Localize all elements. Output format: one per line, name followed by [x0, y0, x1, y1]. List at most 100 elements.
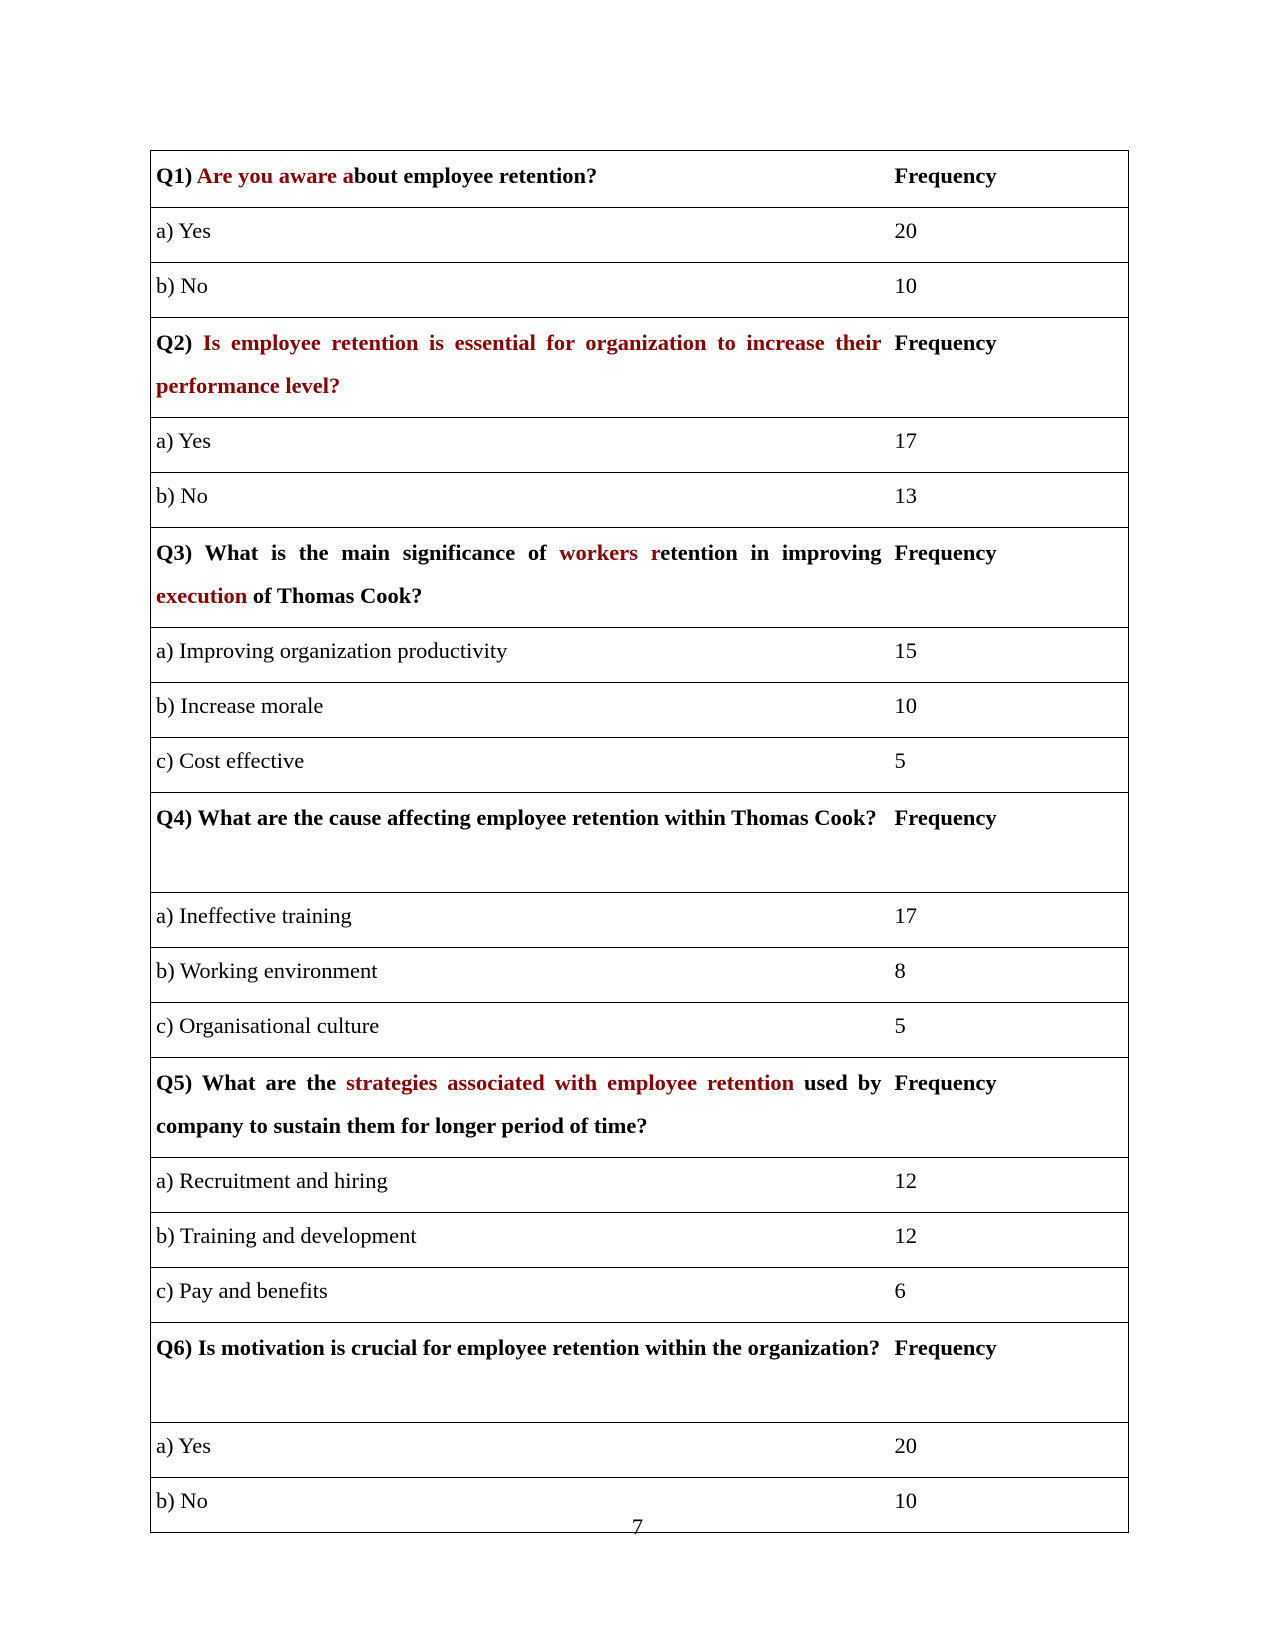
- survey-table-body: Q1) Are you aware about employee retenti…: [150, 150, 1129, 1533]
- answer-row: c) Pay and benefits 6: [150, 1267, 1129, 1323]
- question-text: Q1) Are you aware about employee retenti…: [150, 150, 890, 208]
- frequency-value: 8: [894, 958, 906, 983]
- frequency-value: 12: [894, 1223, 918, 1248]
- frequency-cell: 20: [889, 1422, 1129, 1478]
- frequency-value: 10: [894, 273, 918, 298]
- answer-cell: a) Improving organization productivity: [150, 627, 890, 683]
- question-text-segment: etention in improving: [660, 540, 882, 565]
- document-page: Q1) Are you aware about employee retenti…: [0, 0, 1275, 1651]
- frequency-cell: 17: [889, 892, 1129, 948]
- frequency-cell: 15: [889, 627, 1129, 683]
- question-text-highlight: Is employee retention is essential for o…: [156, 330, 882, 398]
- answer-row: a) Improving organization productivity 15: [150, 627, 1129, 683]
- question-text-highlight: Are you aware a: [196, 163, 354, 188]
- answer-row: b) No 10: [150, 262, 1129, 318]
- answer-cell: a) Yes: [150, 1422, 890, 1478]
- frequency-cell: 12: [889, 1157, 1129, 1213]
- frequency-header: Frequency: [889, 1057, 1129, 1158]
- question-text: Q5) What are the strategies associated w…: [150, 1057, 890, 1158]
- answer-label: a) Improving organization productivity: [156, 638, 508, 663]
- question-text-highlight: strategies associated with employee rete…: [346, 1070, 795, 1095]
- answer-cell: b) Increase morale: [150, 682, 890, 738]
- answer-label: b) Training and development: [156, 1223, 417, 1248]
- answer-cell: a) Recruitment and hiring: [150, 1157, 890, 1213]
- question-text-highlight: workers r: [559, 540, 661, 565]
- question-text: Q4) What are the cause affecting employe…: [150, 792, 890, 893]
- answer-cell: a) Yes: [150, 417, 890, 473]
- answer-label: a) Recruitment and hiring: [156, 1168, 388, 1193]
- survey-frequency-table: Q1) Are you aware about employee retenti…: [150, 150, 1129, 1533]
- question-text-segment: Q1): [156, 163, 197, 188]
- frequency-cell: 10: [889, 682, 1129, 738]
- frequency-header: Frequency: [889, 527, 1129, 628]
- answer-label: a) Yes: [156, 428, 212, 453]
- frequency-header: Frequency: [889, 1322, 1129, 1423]
- question-header-row: Q5) What are the strategies associated w…: [150, 1057, 1129, 1158]
- frequency-cell: 17: [889, 417, 1129, 473]
- frequency-header: Frequency: [889, 317, 1129, 418]
- frequency-value: 20: [894, 1433, 918, 1458]
- question-text-highlight: execution: [156, 583, 248, 608]
- frequency-header: Frequency: [889, 150, 1129, 208]
- answer-row: a) Yes 17: [150, 417, 1129, 473]
- question-text: Q3) What is the main significance of wor…: [150, 527, 890, 628]
- answer-row: b) Training and development 12: [150, 1212, 1129, 1268]
- answer-cell: b) No: [150, 472, 890, 528]
- question-text-segment: bout employee retention?: [353, 163, 598, 188]
- answer-label: c) Organisational culture: [156, 1013, 380, 1038]
- frequency-cell: 20: [889, 207, 1129, 263]
- frequency-value: 15: [894, 638, 918, 663]
- question-header-row: Q6) Is motivation is crucial for employe…: [150, 1322, 1129, 1423]
- answer-cell: a) Yes: [150, 207, 890, 263]
- answer-cell: b) Training and development: [150, 1212, 890, 1268]
- answer-row: b) Working environment 8: [150, 947, 1129, 1003]
- question-text-segment: Q4) What are the cause affecting employe…: [156, 805, 877, 830]
- answer-cell: c) Pay and benefits: [150, 1267, 890, 1323]
- answer-label: b) Working environment: [156, 958, 378, 983]
- frequency-cell: 12: [889, 1212, 1129, 1268]
- frequency-value: 13: [894, 483, 918, 508]
- frequency-value: 5: [894, 1013, 906, 1038]
- answer-label: a) Yes: [156, 1433, 212, 1458]
- question-text-segment: Q3) What is the main significance of: [156, 540, 560, 565]
- answer-row: a) Yes 20: [150, 207, 1129, 263]
- answer-row: c) Organisational culture 5: [150, 1002, 1129, 1058]
- answer-row: b) Increase morale 10: [150, 682, 1129, 738]
- answer-row: a) Recruitment and hiring 12: [150, 1157, 1129, 1213]
- frequency-value: 20: [894, 218, 918, 243]
- answer-label: b) No: [156, 273, 208, 298]
- question-text: Q2) Is employee retention is essential f…: [150, 317, 890, 418]
- answer-row: a) Ineffective training 17: [150, 892, 1129, 948]
- page-number: 7: [631, 1514, 644, 1539]
- frequency-value: 17: [894, 428, 918, 453]
- frequency-cell: 13: [889, 472, 1129, 528]
- question-text-segment: of Thomas Cook?: [247, 583, 423, 608]
- frequency-cell: 5: [889, 737, 1129, 793]
- answer-cell: a) Ineffective training: [150, 892, 890, 948]
- question-header-row: Q1) Are you aware about employee retenti…: [150, 150, 1129, 208]
- question-header-row: Q4) What are the cause affecting employe…: [150, 792, 1129, 893]
- frequency-header: Frequency: [889, 792, 1129, 893]
- frequency-value: 5: [894, 748, 906, 773]
- question-header-row: Q2) Is employee retention is essential f…: [150, 317, 1129, 418]
- answer-cell: c) Cost effective: [150, 737, 890, 793]
- answer-cell: b) No: [150, 262, 890, 318]
- frequency-value: 6: [894, 1278, 906, 1303]
- question-header-row: Q3) What is the main significance of wor…: [150, 527, 1129, 628]
- question-text-segment: Q5) What are the: [156, 1070, 347, 1095]
- frequency-value: 12: [894, 1168, 918, 1193]
- answer-cell: c) Organisational culture: [150, 1002, 890, 1058]
- frequency-cell: 5: [889, 1002, 1129, 1058]
- frequency-value: 17: [894, 903, 918, 928]
- answer-label: b) Increase morale: [156, 693, 324, 718]
- answer-label: a) Ineffective training: [156, 903, 352, 928]
- frequency-value: 10: [894, 693, 918, 718]
- frequency-cell: 6: [889, 1267, 1129, 1323]
- question-text-segment: Q6) Is motivation is crucial for employe…: [156, 1335, 881, 1360]
- answer-row: c) Cost effective 5: [150, 737, 1129, 793]
- answer-label: b) No: [156, 483, 208, 508]
- question-text: Q6) Is motivation is crucial for employe…: [150, 1322, 890, 1423]
- frequency-cell: 8: [889, 947, 1129, 1003]
- frequency-cell: 10: [889, 262, 1129, 318]
- answer-row: b) No 13: [150, 472, 1129, 528]
